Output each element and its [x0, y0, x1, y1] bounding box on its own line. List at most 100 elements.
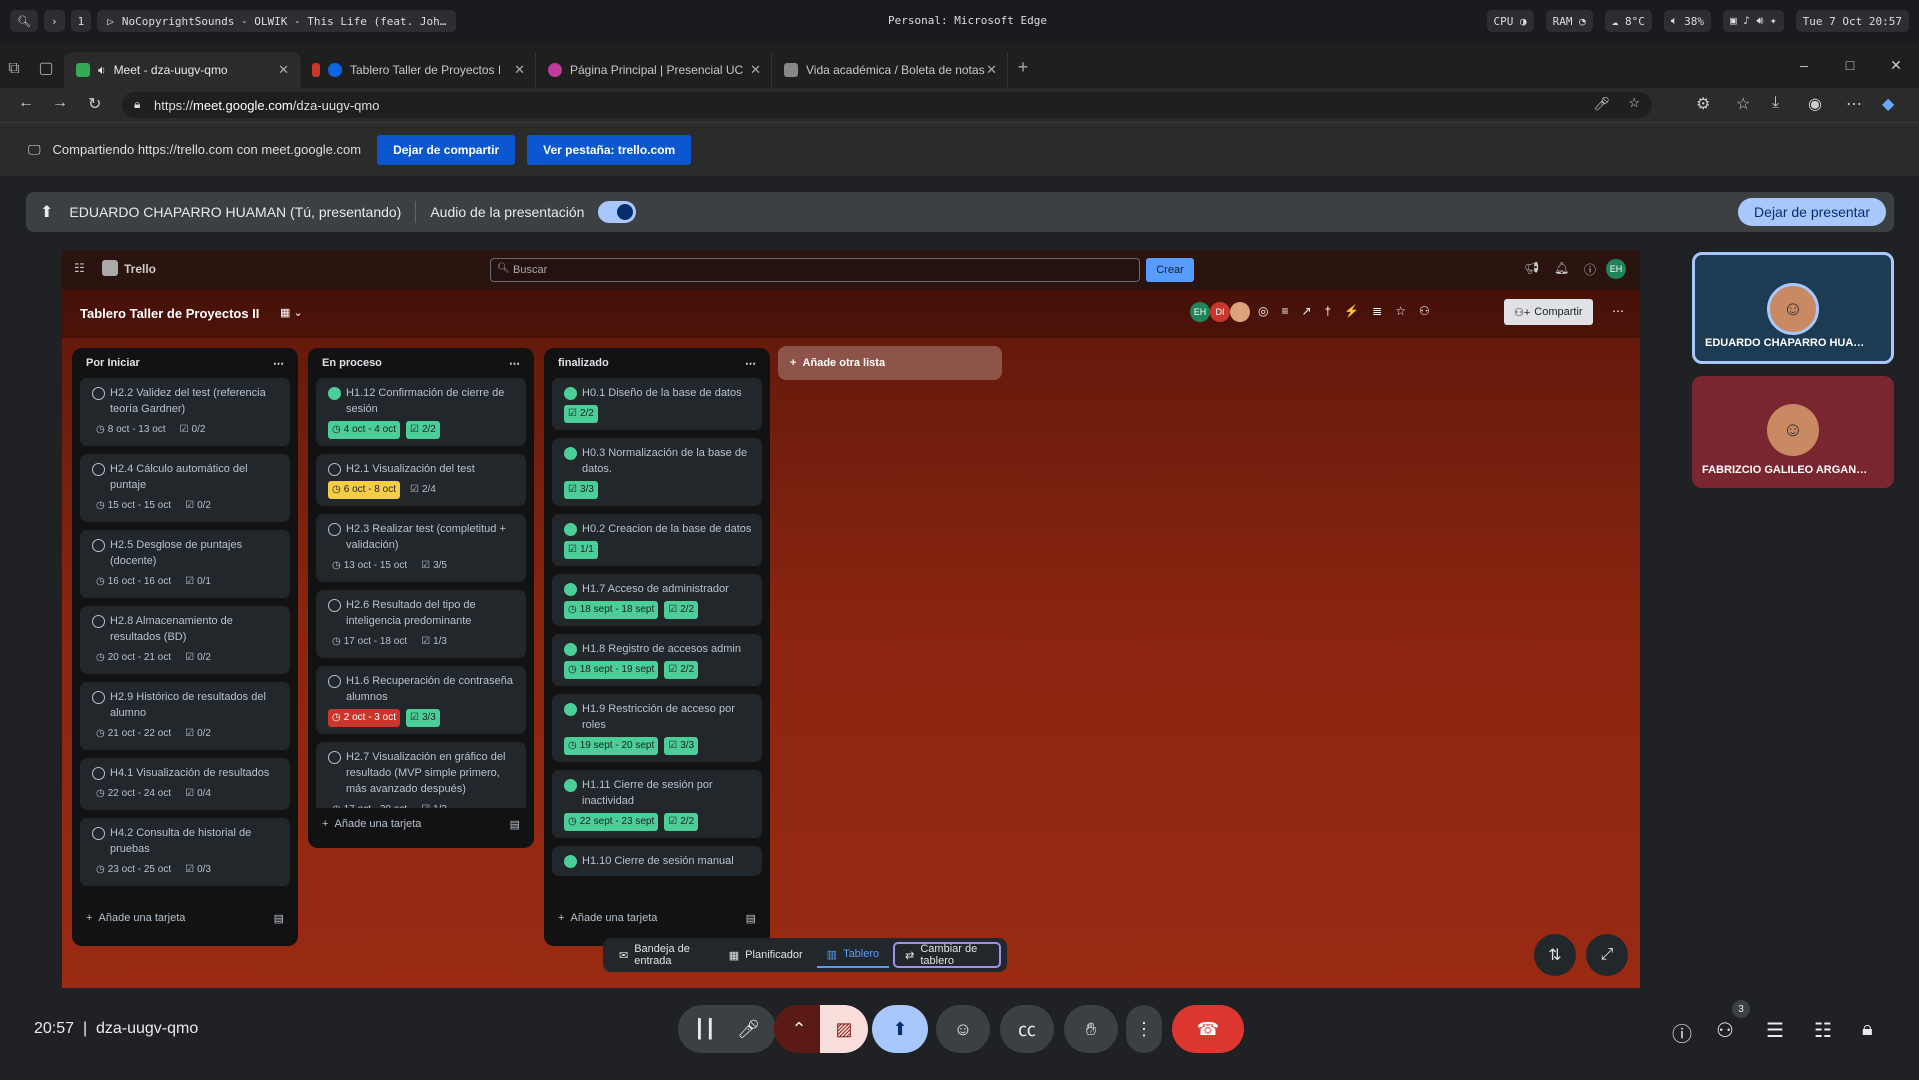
list-title[interactable]: finalizado: [558, 357, 609, 369]
host-controls-icon[interactable]: 🔒︎: [1862, 1018, 1873, 1041]
card[interactable]: H0.1 Diseño de la base de datos ☑ 2/2: [552, 378, 762, 430]
lock-icon[interactable]: 🔒︎: [134, 97, 140, 112]
weather-indicator[interactable]: ☁ 8°C: [1604, 10, 1652, 32]
emoji-reaction-icon[interactable]: ☺: [936, 1005, 990, 1053]
more-options-icon[interactable]: ⋮: [1126, 1005, 1162, 1053]
board-view-button[interactable]: ▥ Tablero: [816, 942, 890, 968]
planner-view-button[interactable]: ▦ Planificador: [719, 942, 813, 968]
close-tab-icon[interactable]: ✕: [986, 62, 997, 78]
tab-grades[interactable]: Vida académica / Boleta de notas ✕: [772, 52, 1008, 88]
template-icon[interactable]: ▤: [510, 818, 520, 831]
card[interactable]: H0.2 Creacion de la base de datos ☑ 1/1: [552, 514, 762, 566]
tab-uc[interactable]: Página Principal | Presencial UC ✕: [536, 52, 772, 88]
due-date-badge[interactable]: ◷ 6 oct - 8 oct: [328, 481, 400, 499]
trello-brand[interactable]: Trello: [124, 262, 156, 276]
favorites-icon[interactable]: ☆: [1736, 94, 1750, 114]
stop-presenting-button[interactable]: Dejar de presentar: [1738, 198, 1886, 226]
due-date-badge[interactable]: ◷ 8 oct - 13 oct: [92, 421, 170, 439]
presentation-audio-toggle[interactable]: [598, 201, 637, 223]
card[interactable]: H1.11 Cierre de sesión por inactividad ◷ 2…: [552, 770, 762, 838]
minimize-icon[interactable]: –: [1781, 42, 1827, 88]
due-date-badge[interactable]: ◷ 2 oct - 3 oct: [328, 709, 400, 727]
list-title[interactable]: En proceso: [322, 357, 382, 369]
volume-indicator[interactable]: 🔈︎ 38%: [1663, 10, 1711, 32]
stop-sharing-button[interactable]: Dejar de compartir: [377, 134, 516, 165]
copilot-icon[interactable]: ◆: [1882, 94, 1894, 114]
card[interactable]: H4.2 Consulta de historial de pruebas ◷ 23…: [80, 818, 290, 886]
add-card-button[interactable]: + Añade una tarjeta ▤: [308, 808, 534, 840]
due-date-badge[interactable]: ◷ 22 sept - 23 sept: [564, 813, 659, 831]
share-board-button[interactable]: ⚇+ Compartir: [1504, 299, 1593, 325]
leave-call-icon[interactable]: ☎︎: [1172, 1005, 1244, 1053]
due-date-badge[interactable]: ◷ 18 sept - 18 sept: [564, 601, 659, 619]
template-icon[interactable]: ▤: [274, 912, 284, 925]
new-tab-icon[interactable]: +: [1008, 57, 1038, 78]
card[interactable]: H1.6 Recuperación de contraseña alumnos ◷…: [316, 666, 526, 734]
tab-meet[interactable]: 🔉︎ Meet - dza-uugv-qmo ✕: [64, 52, 300, 88]
profile-icon[interactable]: ◉: [1808, 94, 1822, 114]
due-date-badge[interactable]: ◷ 18 sept - 19 sept: [564, 661, 659, 679]
more-menu-icon[interactable]: ⋯: [1846, 94, 1862, 114]
fullscreen-icon[interactable]: ⤢: [1586, 934, 1628, 976]
workspace-indicator[interactable]: 1: [70, 10, 92, 32]
card[interactable]: H2.4 Cálculo automático del puntaje ◷ 15 o…: [80, 454, 290, 522]
close-window-icon[interactable]: ✕: [1873, 42, 1919, 88]
card[interactable]: H2.3 Realizar test (completitud + valida…: [316, 514, 526, 582]
view-tab-button[interactable]: Ver pestaña: trello.com: [527, 134, 692, 165]
add-list-button[interactable]: + Añade otra lista: [778, 346, 1002, 380]
template-icon[interactable]: ▤: [746, 912, 756, 925]
mic-icon[interactable]: 🎤︎: [1593, 96, 1610, 112]
card[interactable]: H2.6 Resultado del tipo de inteligencia …: [316, 590, 526, 658]
raise-hand-icon[interactable]: ✋︎: [1064, 1005, 1118, 1053]
chevron-right-icon[interactable]: ›: [43, 10, 65, 32]
card[interactable]: H2.1 Visualización del test ◷ 6 oct - 8 oc…: [316, 454, 526, 506]
card[interactable]: H1.7 Acceso de administrador ◷ 18 sept - 1…: [552, 574, 762, 626]
tab-actions-icon[interactable]: ▢: [28, 58, 64, 78]
meeting-info-icon[interactable]: ⓘ: [1672, 1018, 1692, 1047]
downloads-icon[interactable]: ⤓: [1772, 94, 1779, 112]
tray-icons[interactable]: ▣ ♪ 🔊︎ ✦: [1722, 10, 1784, 32]
card[interactable]: H1.9 Restricción de acceso por roles ◷ 19 …: [552, 694, 762, 762]
card[interactable]: H2.5 Desglose de puntajes (docente) ◷ 16 o…: [80, 530, 290, 598]
due-date-badge[interactable]: ◷ 16 oct - 16 oct: [92, 573, 175, 591]
member-avatar[interactable]: EH: [1190, 302, 1210, 322]
chat-icon[interactable]: ☰: [1766, 1018, 1784, 1043]
card[interactable]: H1.12 Confirmación de cierre de sesión ◷ 4…: [316, 378, 526, 446]
board-toolbar-icons[interactable]: ◎≡↗†⚡≣☆⚇: [1258, 304, 1443, 318]
extensions-icon[interactable]: ⚙: [1696, 94, 1710, 114]
help-icon[interactable]: ⓘ: [1584, 261, 1596, 278]
speaker-icon[interactable]: 🔉︎: [98, 63, 106, 78]
member-avatar[interactable]: DI: [1210, 302, 1230, 322]
media-widget[interactable]: ▷ NoCopyrightSounds - OLWIK - This Life …: [97, 10, 457, 32]
close-tab-icon[interactable]: ✕: [278, 62, 289, 78]
people-icon[interactable]: ⚇: [1716, 1018, 1734, 1043]
sort-icon[interactable]: ⇅: [1534, 934, 1576, 976]
maximize-icon[interactable]: □: [1827, 42, 1873, 88]
card[interactable]: H2.2 Validez del test (referencia teoría…: [80, 378, 290, 446]
megaphone-icon[interactable]: 📢︎: [1524, 261, 1539, 275]
list-title[interactable]: Por Iniciar: [86, 357, 140, 369]
back-icon[interactable]: ←: [18, 94, 34, 112]
add-card-button[interactable]: + Añade una tarjeta ▤: [544, 902, 770, 934]
present-screen-icon[interactable]: ⬆︎: [872, 1005, 928, 1053]
board-menu-icon[interactable]: ⋯: [1612, 304, 1624, 318]
due-date-badge[interactable]: ◷ 15 oct - 15 oct: [92, 497, 175, 515]
card[interactable]: H0.3 Normalización de la base de datos. ☑…: [552, 438, 762, 506]
add-card-button[interactable]: + Añade una tarjeta ▤: [72, 902, 298, 934]
search-icon[interactable]: 🔍︎: [10, 10, 38, 32]
camera-off-icon[interactable]: ▨: [820, 1005, 868, 1053]
board-title[interactable]: Tablero Taller de Proyectos II: [80, 306, 259, 321]
due-date-badge[interactable]: ◷ 23 oct - 25 oct: [92, 861, 175, 879]
reload-icon[interactable]: ↻: [88, 94, 101, 114]
list-menu-icon[interactable]: ⋯: [745, 357, 756, 370]
due-date-badge[interactable]: ◷ 19 sept - 20 sept: [564, 737, 659, 755]
workspaces-icon[interactable]: ⧉: [0, 60, 28, 78]
due-date-badge[interactable]: ◷17 oct - 20 oct: [328, 801, 411, 808]
card[interactable]: H2.8 Almacenamiento de resultados (BD) ◷ 2…: [80, 606, 290, 674]
card[interactable]: H4.1 Visualización de resultados ◷ 22 oct …: [80, 758, 290, 810]
apps-grid-icon[interactable]: ☷: [74, 261, 85, 275]
due-date-badge[interactable]: ◷ 22 oct - 24 oct: [92, 785, 175, 803]
microphone-icon[interactable]: 🎤︎: [737, 1019, 760, 1040]
trello-search-input[interactable]: 🔍︎ Buscar: [490, 258, 1140, 282]
due-date-badge[interactable]: ◷ 17 oct - 18 oct: [328, 633, 411, 651]
